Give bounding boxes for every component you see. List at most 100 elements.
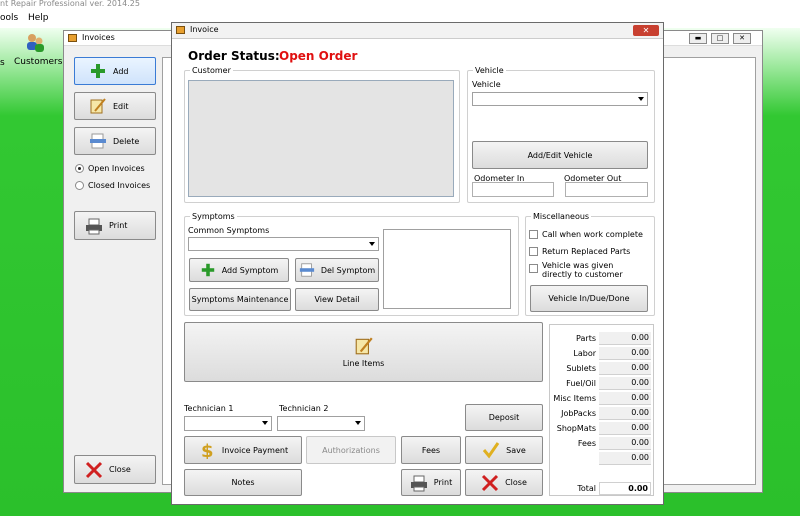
- print-button[interactable]: Print: [74, 211, 156, 240]
- menu-help[interactable]: Help: [28, 13, 49, 23]
- edit-button[interactable]: Edit: [74, 92, 156, 120]
- misc-items-value: 0.00: [599, 392, 651, 405]
- vehicle-group: Vehicle Vehicle Add/Edit Vehicle Odomete…: [467, 66, 655, 203]
- print-label: Print: [109, 221, 128, 230]
- window-icon: [68, 34, 77, 42]
- vehicle-in-due-done-button[interactable]: Vehicle In/Due/Done: [530, 285, 648, 312]
- customers-icon: [27, 34, 44, 52]
- closed-invoices-label: Closed Invoices: [88, 181, 151, 190]
- technician-2-label: Technician 2: [279, 404, 329, 413]
- misc-items-label: Misc Items: [553, 394, 596, 403]
- open-invoices-label: Open Invoices: [88, 164, 145, 173]
- jobpacks-label: JobPacks: [561, 409, 596, 418]
- totals-row-misc-items: Misc Items 0.00: [550, 391, 654, 406]
- odometer-out-field[interactable]: [565, 182, 648, 197]
- totals-row-extra: 0.00: [550, 451, 654, 466]
- common-symptoms-select[interactable]: [188, 237, 379, 251]
- del-symptom-label: Del Symptom: [320, 265, 376, 275]
- symptoms-group-label: Symptoms: [190, 212, 237, 221]
- del-symptom-button[interactable]: Del Symptom: [295, 258, 379, 282]
- fuel-oil-label: Fuel/Oil: [566, 379, 596, 388]
- menu-tools[interactable]: ools: [0, 13, 18, 23]
- fees-button[interactable]: Fees: [401, 436, 461, 464]
- totals-row-sublets: Sublets 0.00: [550, 361, 654, 376]
- miscellaneous-group: Miscellaneous Call when work complete Re…: [525, 212, 655, 316]
- technician-1-select[interactable]: [184, 416, 272, 431]
- jobpacks-value: 0.00: [599, 407, 651, 420]
- open-invoices-radio[interactable]: [75, 164, 84, 173]
- vehicle-group-label: Vehicle: [473, 66, 506, 75]
- common-symptoms-label: Common Symptoms: [188, 226, 270, 235]
- labor-value: 0.00: [599, 347, 651, 360]
- close-button[interactable]: Close: [74, 455, 156, 484]
- dollar-icon: $: [201, 441, 214, 459]
- add-label: Add: [113, 66, 129, 76]
- notes-button[interactable]: Notes: [184, 469, 302, 496]
- fuel-oil-value: 0.00: [599, 377, 651, 390]
- fees-total-value: 0.00: [599, 437, 651, 450]
- add-edit-vehicle-label: Add/Edit Vehicle: [527, 150, 593, 160]
- totals-panel: Parts 0.00 Labor 0.00 Sublets 0.00 Fuel/Oil…: [549, 324, 654, 496]
- close-button[interactable]: Close: [465, 469, 543, 496]
- printer-icon: [410, 475, 427, 491]
- customer-info-box[interactable]: [188, 80, 454, 197]
- symptoms-group: Symptoms Common Symptoms Add Symptom Del…: [184, 212, 519, 316]
- view-detail-label: View Detail: [314, 295, 360, 304]
- parts-value: 0.00: [599, 332, 651, 345]
- fees-total-label: Fees: [577, 439, 596, 448]
- save-button[interactable]: Save: [465, 436, 543, 464]
- symptoms-maintenance-button[interactable]: Symptoms Maintenance: [189, 288, 291, 311]
- deposit-button[interactable]: Deposit: [465, 404, 543, 431]
- invoice-dialog-titlebar: Invoice ✕: [172, 23, 663, 39]
- vehicle-select[interactable]: [472, 92, 648, 106]
- toolbar-partial-label: s: [0, 58, 5, 68]
- customers-button[interactable]: Customers: [14, 30, 64, 68]
- delete-label: Delete: [113, 136, 140, 146]
- plus-icon: [201, 263, 214, 277]
- call-when-complete-checkbox[interactable]: [529, 230, 538, 239]
- closed-invoices-radio[interactable]: [75, 181, 84, 190]
- print-label: Print: [433, 478, 453, 487]
- extra-value: 0.00: [599, 452, 651, 465]
- totals-row-parts: Parts 0.00: [550, 331, 654, 346]
- vehicle-given-checkbox[interactable]: [529, 264, 538, 273]
- technician-2-select[interactable]: [277, 416, 365, 431]
- add-symptom-button[interactable]: Add Symptom: [189, 258, 289, 282]
- odometer-in-field[interactable]: [472, 182, 554, 197]
- total-value: 0.00: [599, 482, 651, 495]
- print-button[interactable]: Print: [401, 469, 461, 496]
- call-when-complete-label: Call when work complete: [542, 230, 643, 239]
- deposit-label: Deposit: [488, 413, 520, 422]
- invoice-payment-button[interactable]: $ Invoice Payment: [184, 436, 302, 464]
- order-status-label: Order Status:: [188, 49, 280, 63]
- delete-button[interactable]: Delete: [74, 127, 156, 155]
- totals-row-fuel-oil: Fuel/Oil 0.00: [550, 376, 654, 391]
- minimize-button[interactable]: ▬: [689, 33, 707, 44]
- dialog-close-icon[interactable]: ✕: [633, 25, 659, 36]
- close-window-button[interactable]: ✕: [733, 33, 751, 44]
- return-replaced-parts-checkbox[interactable]: [529, 247, 538, 256]
- misc-group-label: Miscellaneous: [531, 212, 592, 221]
- total-label: Total: [577, 484, 596, 493]
- invoice-payment-label: Invoice Payment: [221, 445, 289, 455]
- vehicle-given-label-1: Vehicle was given: [542, 261, 614, 270]
- window-icon: [176, 26, 185, 34]
- chevron-down-icon: [369, 242, 375, 246]
- delete-icon: [299, 263, 314, 277]
- notes-label: Notes: [231, 478, 255, 487]
- maximize-button[interactable]: □: [711, 33, 729, 44]
- add-button[interactable]: Add: [74, 57, 156, 85]
- totals-row-shopmats: ShopMats 0.00: [550, 421, 654, 436]
- totals-row-fees: Fees 0.00: [550, 436, 654, 451]
- add-edit-vehicle-button[interactable]: Add/Edit Vehicle: [472, 141, 648, 169]
- line-items-button[interactable]: Line Items: [184, 322, 543, 382]
- authorizations-button[interactable]: Authorizations: [306, 436, 396, 464]
- save-label: Save: [506, 445, 526, 455]
- customer-group-label: Customer: [190, 66, 233, 75]
- app-title-bar: nt Repair Professional ver. 2014.25: [0, 0, 800, 11]
- delete-icon: [90, 133, 106, 149]
- vehicle-in-due-done-label: Vehicle In/Due/Done: [548, 294, 630, 303]
- view-detail-button[interactable]: View Detail: [295, 288, 379, 311]
- sublets-value: 0.00: [599, 362, 651, 375]
- symptoms-list[interactable]: [383, 229, 511, 309]
